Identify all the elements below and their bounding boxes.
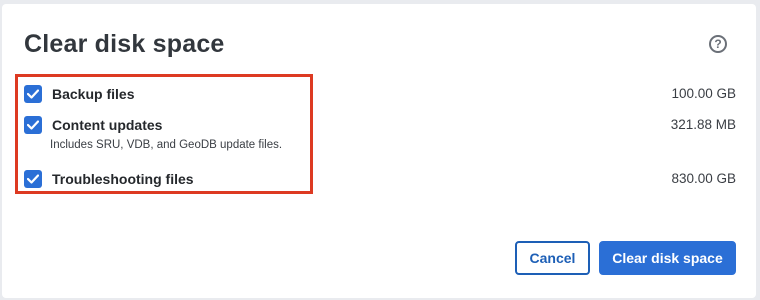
cancel-button[interactable]: Cancel <box>515 241 590 275</box>
clear-disk-space-button[interactable]: Clear disk space <box>599 241 736 275</box>
content-updates-description: Includes SRU, VDB, and GeoDB update file… <box>50 139 283 151</box>
checkmark-icon <box>27 120 39 130</box>
list-item-troubleshooting-files: Troubleshooting files 830.00 GB <box>24 170 736 190</box>
troubleshooting-files-label: Troubleshooting files <box>52 171 194 187</box>
dialog-title: Clear disk space <box>24 30 225 58</box>
list-item-backup-files: Backup files 100.00 GB <box>24 85 736 105</box>
checkmark-icon <box>27 174 39 184</box>
backup-files-checkbox[interactable] <box>24 85 42 103</box>
content-updates-size: 321.88 MB <box>670 117 736 132</box>
list-item-content-updates: Content updates Includes SRU, VDB, and G… <box>24 116 736 154</box>
troubleshooting-files-size: 830.00 GB <box>671 171 736 186</box>
backup-files-label: Backup files <box>52 86 135 102</box>
content-updates-checkbox[interactable] <box>24 116 42 134</box>
backup-files-size: 100.00 GB <box>671 86 736 101</box>
troubleshooting-files-checkbox[interactable] <box>24 170 42 188</box>
help-icon[interactable]: ? <box>709 35 727 53</box>
content-updates-label: Content updates <box>52 117 163 133</box>
checkmark-icon <box>27 89 39 99</box>
